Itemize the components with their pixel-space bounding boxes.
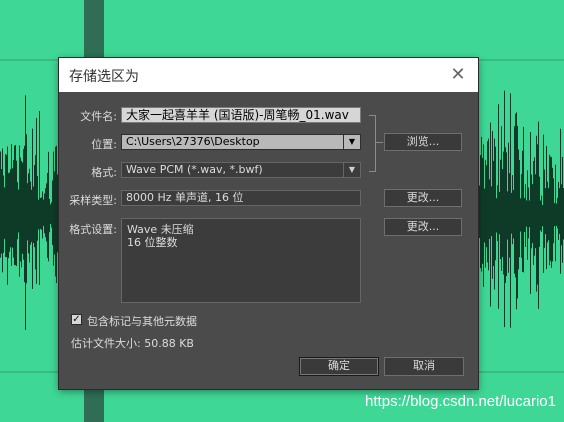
filename-field[interactable]: 大家一起喜羊羊 (国语版)-周笔畅_01.wav	[121, 107, 361, 123]
close-icon[interactable]: ✕	[448, 65, 468, 85]
checkmark-icon: ✓	[72, 314, 81, 325]
filename-label: 文件名:	[80, 110, 117, 123]
dialog-titlebar: 存储选区为 ✕	[59, 58, 478, 92]
estimated-size-text: 估计文件大小: 50.88 KB	[71, 337, 194, 350]
format-settings-line: 16 位整数	[127, 236, 178, 249]
change-sample-type-button[interactable]: 更改...	[384, 189, 462, 207]
save-selection-dialog: 存储选区为 ✕ 文件名: 大家一起喜羊羊 (国语版)-周笔畅_01.wav 位置…	[59, 58, 478, 389]
format-label: 格式:	[91, 166, 117, 179]
bracket-connector	[375, 142, 383, 143]
format-settings-box: Wave 未压缩 16 位整数	[121, 218, 361, 303]
watermark-text: https://blog.csdn.net/lucario1	[365, 393, 556, 410]
ok-button[interactable]: 确定	[299, 357, 379, 376]
sample-type-value: 8000 Hz 单声道, 16 位	[121, 190, 361, 206]
cancel-button[interactable]: 取消	[384, 357, 464, 376]
chevron-down-icon[interactable]: ▼	[343, 163, 360, 177]
dialog-title: 存储选区为	[69, 69, 139, 85]
location-value: C:\Users\27376\Desktop	[126, 135, 260, 148]
location-label: 位置:	[91, 138, 117, 151]
chevron-down-icon[interactable]: ▼	[343, 135, 360, 149]
format-value: Wave PCM (*.wav, *.bwf)	[126, 163, 263, 176]
browse-button[interactable]: 浏览...	[384, 133, 462, 151]
format-settings-line: Wave 未压缩	[127, 223, 194, 236]
sample-type-label: 采样类型:	[69, 194, 117, 207]
location-select[interactable]: C:\Users\27376\Desktop ▼	[121, 134, 361, 150]
format-settings-label: 格式设置:	[69, 223, 117, 236]
change-format-settings-button[interactable]: 更改...	[384, 218, 462, 236]
format-select[interactable]: Wave PCM (*.wav, *.bwf) ▼	[121, 162, 361, 178]
include-markers-label: 包含标记与其他元数据	[87, 315, 197, 328]
include-markers-checkbox[interactable]: ✓	[71, 314, 82, 325]
location-format-bracket	[369, 115, 376, 172]
